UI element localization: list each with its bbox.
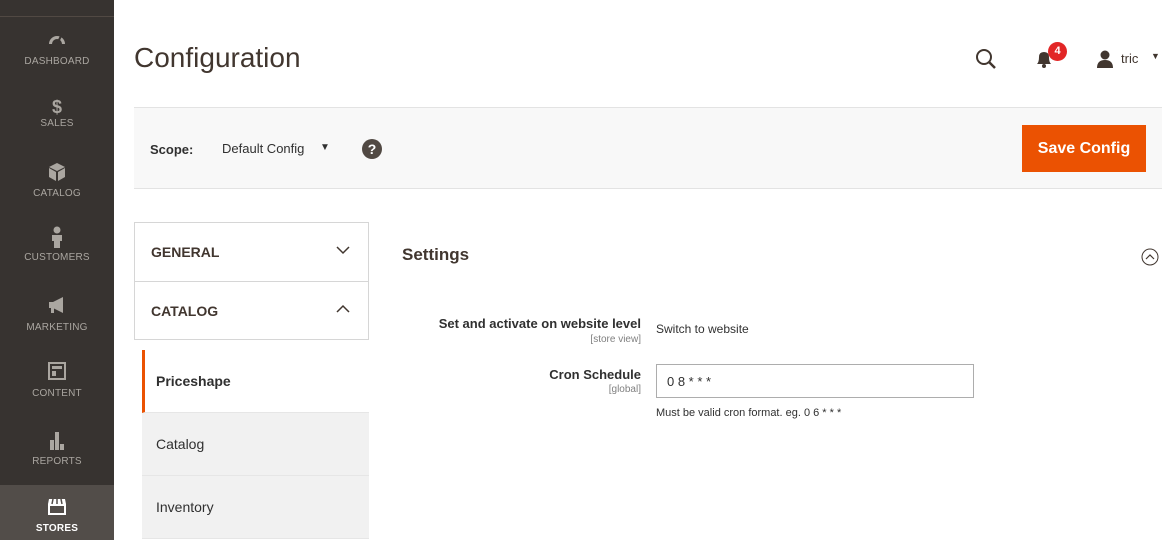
user-icon[interactable] — [1096, 50, 1114, 68]
nav-item-customers[interactable]: CUSTOMERS — [0, 226, 114, 290]
chevron-up-icon — [336, 302, 350, 316]
nav-label-content: CONTENT — [32, 388, 82, 399]
nav-label-dashboard: DASHBOARD — [24, 56, 90, 67]
nav-item-marketing[interactable]: MARKETING — [0, 296, 114, 360]
cron-hint: Must be valid cron format. eg. 0 6 * * * — [656, 407, 842, 419]
save-config-button[interactable]: Save Config — [1022, 125, 1146, 172]
nav-item-stores[interactable]: STORES — [0, 485, 114, 540]
section-title[interactable]: Settings — [402, 245, 469, 265]
field-label-website-level: Set and activate on website level — [438, 316, 641, 331]
megaphone-icon — [0, 296, 114, 318]
nav-item-sales[interactable]: $ SALES — [0, 96, 114, 160]
nav-label-catalog: CATALOG — [33, 188, 81, 199]
chevron-down-icon — [336, 243, 350, 257]
tab-group-general[interactable]: GENERAL — [134, 222, 369, 281]
scope-label: Scope: — [150, 142, 194, 157]
caret-down-icon[interactable]: ▼ — [320, 142, 330, 153]
field-scope-label: [store view] — [590, 334, 641, 345]
admin-sidebar: DASHBOARD $ SALES CATALOG CUSTOMERS MARK… — [0, 0, 114, 540]
cron-schedule-input[interactable] — [656, 364, 974, 398]
help-icon[interactable]: ? — [362, 139, 382, 159]
nav-label-stores: STORES — [35, 523, 79, 534]
nav-label-marketing: MARKETING — [26, 322, 88, 333]
tab-inventory[interactable]: Inventory — [142, 476, 369, 539]
tab-group-catalog[interactable]: CATALOG — [134, 281, 369, 340]
collapse-icon[interactable] — [1141, 248, 1159, 266]
tab-label: Inventory — [156, 499, 214, 515]
caret-down-icon[interactable]: ▼ — [1151, 51, 1160, 61]
store-icon — [0, 497, 114, 519]
tab-catalog[interactable]: Catalog — [142, 413, 369, 476]
nav-item-content[interactable]: CONTENT — [0, 362, 114, 426]
cube-icon — [0, 162, 114, 184]
tab-group-label: GENERAL — [151, 244, 220, 260]
user-name[interactable]: tric — [1121, 51, 1138, 66]
dashboard-icon — [0, 30, 114, 52]
scope-bar: Scope: Default Config ▼ ? Save Config — [134, 107, 1162, 189]
nav-item-dashboard[interactable]: DASHBOARD — [0, 30, 114, 94]
scope-switcher[interactable]: Default Config — [222, 141, 304, 156]
page-title: Configuration — [134, 42, 301, 73]
tab-label: Priceshape — [156, 373, 231, 389]
nav-label-customers: CUSTOMERS — [24, 252, 90, 263]
person-icon — [0, 226, 114, 248]
sidebar-top-strip — [0, 0, 114, 18]
nav-item-catalog[interactable]: CATALOG — [0, 162, 114, 226]
notification-badge[interactable]: 4 — [1048, 42, 1067, 61]
nav-label-reports: REPORTS — [32, 456, 82, 467]
tab-label: Catalog — [156, 436, 205, 452]
dollar-icon: $ — [51, 97, 62, 117]
layout-icon — [0, 362, 114, 384]
config-tabs: GENERAL CATALOG Priceshape Catalog Inven… — [134, 222, 369, 539]
tab-priceshape[interactable]: Priceshape — [142, 350, 369, 413]
nav-label-sales: SALES — [40, 118, 74, 129]
tab-group-label: CATALOG — [151, 303, 219, 319]
field-scope-label: [global] — [608, 384, 641, 395]
search-icon[interactable] — [975, 48, 997, 70]
bar-chart-icon — [0, 430, 114, 452]
switch-to-website-text: Switch to website — [656, 322, 749, 336]
field-label-cron-schedule: Cron Schedule — [549, 367, 641, 382]
